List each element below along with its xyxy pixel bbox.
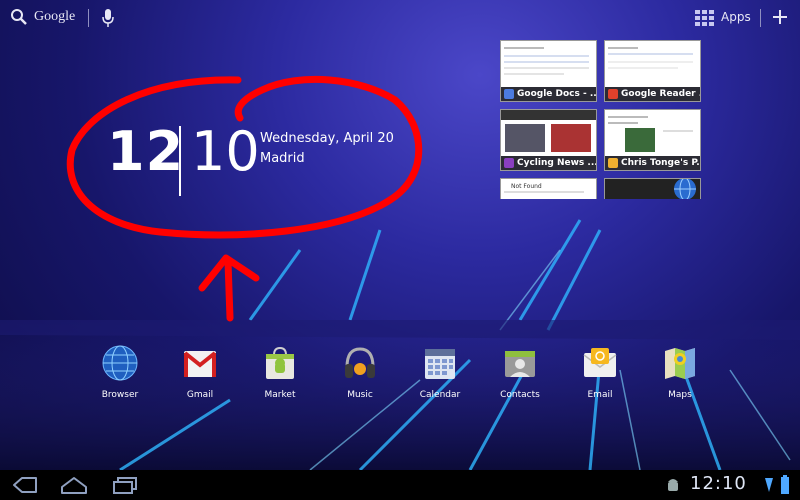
clock-hour: 12 xyxy=(107,120,185,183)
recent-task-caption: Google Reader ... xyxy=(605,87,700,101)
google-reader-icon xyxy=(608,89,618,99)
add-icon[interactable] xyxy=(770,7,790,27)
app-market[interactable]: Market xyxy=(245,345,315,400)
email-envelope-icon xyxy=(583,348,617,377)
app-email[interactable]: Email xyxy=(565,345,635,400)
clock-city: Madrid xyxy=(260,151,305,166)
apps-grid-icon[interactable] xyxy=(695,10,715,26)
blogger-icon xyxy=(608,158,618,168)
recent-apps-icon[interactable] xyxy=(112,476,138,494)
music-headphones-icon xyxy=(345,347,375,378)
recent-task-caption: Cycling News ... xyxy=(501,156,596,170)
contacts-icon xyxy=(505,351,535,377)
browser-globe-icon xyxy=(102,345,138,381)
system-bar: 12:10 xyxy=(0,470,800,500)
app-contacts[interactable]: Contacts xyxy=(485,345,555,400)
app-music[interactable]: Music xyxy=(325,345,395,400)
recent-task-caption: Google Docs - ... xyxy=(501,87,596,101)
google-search-label[interactable]: Google xyxy=(34,9,75,25)
globe-icon xyxy=(674,179,696,199)
app-gmail[interactable]: Gmail xyxy=(165,345,235,400)
battery-icon xyxy=(781,475,789,494)
clock-date: Wednesday, April 20 xyxy=(260,131,394,146)
clock-minute: 10 xyxy=(191,120,260,183)
recent-task-thumbnail[interactable] xyxy=(604,178,701,199)
app-maps[interactable]: Maps xyxy=(645,345,715,400)
home-icon[interactable] xyxy=(60,475,88,495)
app-dock: Browser Gmail Market Music Calendar Cont… xyxy=(0,345,800,405)
recent-task-thumbnail[interactable]: Cycling News ... xyxy=(500,109,597,171)
clock-separator xyxy=(179,126,181,196)
status-clock[interactable]: 12:10 xyxy=(690,473,747,494)
maps-icon xyxy=(665,348,695,379)
divider xyxy=(760,9,761,27)
apps-button[interactable]: Apps xyxy=(721,10,751,24)
recent-task-thumbnail[interactable]: Google Docs - ... xyxy=(500,40,597,102)
microphone-icon[interactable] xyxy=(101,8,115,28)
recent-task-thumbnail[interactable]: Chris Tonge's P... xyxy=(604,109,701,171)
android-notification-icon[interactable] xyxy=(666,477,680,493)
app-calendar[interactable]: Calendar xyxy=(405,345,475,400)
google-docs-icon xyxy=(504,89,514,99)
top-bar: Google Apps xyxy=(0,0,800,36)
recent-task-thumbnail[interactable]: Google Reader ... xyxy=(604,40,701,102)
divider xyxy=(88,9,89,27)
recent-task-thumbnail[interactable]: Not Found xyxy=(500,178,597,199)
wifi-signal-icon xyxy=(765,478,773,492)
market-bag-icon xyxy=(266,346,294,379)
cycling-news-icon xyxy=(504,158,514,168)
home-screen: Google Apps 12 10 Wednesday, April 20 Ma… xyxy=(0,0,800,500)
calendar-icon xyxy=(425,349,455,379)
search-icon[interactable] xyxy=(10,8,28,26)
back-icon[interactable] xyxy=(12,476,38,494)
gmail-envelope-icon xyxy=(183,351,217,377)
recent-task-caption: Chris Tonge's P... xyxy=(605,156,700,170)
app-browser[interactable]: Browser xyxy=(85,345,155,400)
